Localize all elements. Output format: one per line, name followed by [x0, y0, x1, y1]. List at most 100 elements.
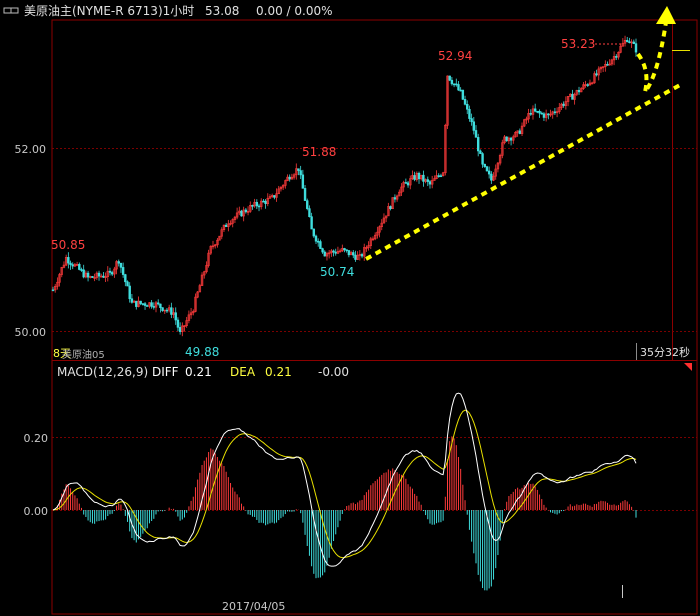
candle-body	[463, 99, 467, 105]
candle-body	[80, 269, 83, 271]
candle-body	[485, 166, 489, 172]
candle-body	[264, 200, 267, 204]
candle-body	[547, 113, 550, 116]
candle-body	[354, 254, 357, 260]
candle-body	[606, 64, 609, 66]
candle-body	[483, 163, 486, 167]
candle-body	[257, 205, 261, 208]
trendline-support	[365, 83, 681, 261]
candle-body	[310, 216, 313, 230]
candle-body	[165, 309, 169, 312]
candle-body	[481, 153, 484, 165]
candle-body	[71, 264, 74, 267]
candle-body	[306, 200, 309, 209]
price-change: 0.00 / 0.00%	[256, 4, 333, 18]
candle-body	[316, 240, 320, 243]
candle-body	[91, 276, 94, 278]
instrument-title: 美原油主(NYME-R 6713)1小时	[24, 4, 194, 18]
candle-body	[224, 224, 228, 227]
candle-body	[439, 175, 443, 177]
candle-body	[170, 307, 173, 315]
candle-body	[119, 262, 123, 268]
candle-body	[150, 302, 153, 307]
candle-body	[143, 303, 147, 306]
diff-label: DIFF	[152, 365, 179, 379]
candle-body	[533, 108, 537, 112]
candle-body	[479, 150, 482, 154]
candle-body	[69, 262, 72, 265]
candle-body	[78, 264, 81, 270]
candle-body	[174, 312, 177, 321]
candle-body	[141, 303, 145, 305]
candlestick-series	[51, 35, 638, 337]
candle-body	[490, 173, 493, 181]
macd-histogram	[54, 436, 637, 591]
candle-body	[474, 130, 478, 138]
candle-body	[428, 181, 432, 185]
candle-body	[139, 300, 142, 304]
candle-body	[347, 250, 351, 256]
candle-body	[319, 241, 322, 249]
diff-value: 0.21	[185, 365, 212, 379]
candle-body	[345, 249, 348, 252]
candle-body	[437, 175, 440, 177]
last-price: 53.08	[205, 4, 239, 18]
label-last-high: 53.23	[561, 37, 595, 51]
candle-body	[529, 112, 532, 115]
candle-body	[393, 197, 397, 200]
chart-canvas: 美原油主(NYME-R 6713)1小时 53.08 0.00 / 0.00% …	[3, 4, 698, 615]
candle-body	[117, 261, 120, 264]
candle-body	[538, 110, 541, 114]
y-tick-50: 50.00	[15, 326, 47, 339]
candle-body	[51, 289, 55, 292]
candle-body	[536, 110, 539, 113]
candle-body	[626, 40, 629, 42]
collapse-arrow-icon[interactable]	[684, 363, 692, 371]
countdown-label: 35分32秒	[640, 345, 690, 359]
candle-body	[255, 201, 259, 207]
label-high-left: 50.85	[51, 238, 85, 252]
candle-body	[595, 73, 598, 76]
candle-body	[632, 41, 636, 44]
candle-body	[301, 174, 305, 189]
candle-body	[240, 210, 243, 217]
candle-body	[323, 251, 326, 257]
candle-body	[615, 56, 618, 58]
candle-body	[577, 90, 581, 93]
candle-body	[455, 83, 458, 86]
candle-body	[509, 137, 513, 141]
link-icon[interactable]	[3, 7, 19, 14]
candle-body	[121, 267, 125, 275]
candle-body	[404, 182, 408, 184]
candle-body	[406, 182, 410, 186]
dea-label: DEA	[230, 365, 256, 379]
candle-body	[135, 300, 138, 307]
candle-body	[312, 228, 316, 237]
macd-value: -0.00	[318, 365, 349, 379]
candle-body	[124, 274, 127, 283]
candle-body	[273, 195, 276, 198]
y-tick-52: 52.00	[15, 143, 47, 156]
candle-body	[472, 121, 476, 131]
sub-contract-label: 美原油05	[62, 348, 105, 361]
candle-body	[334, 251, 337, 254]
candle-body	[159, 303, 162, 308]
arrow-head	[656, 6, 676, 24]
chart-frame	[51, 19, 698, 615]
candle-body	[553, 111, 557, 114]
candle-body	[360, 254, 364, 257]
candle-body	[457, 84, 460, 91]
candle-body	[314, 235, 318, 242]
candle-body	[417, 172, 421, 180]
candle-body	[244, 209, 248, 213]
candle-body	[352, 252, 355, 256]
candle-body	[461, 89, 465, 100]
candle-body	[586, 84, 589, 86]
candle-body	[176, 319, 180, 328]
candle-body	[540, 112, 543, 115]
candle-body	[470, 118, 473, 123]
candle-body	[86, 272, 90, 278]
candle-body	[426, 179, 429, 182]
label-low2: 50.74	[320, 265, 354, 279]
candle-body	[450, 79, 454, 85]
